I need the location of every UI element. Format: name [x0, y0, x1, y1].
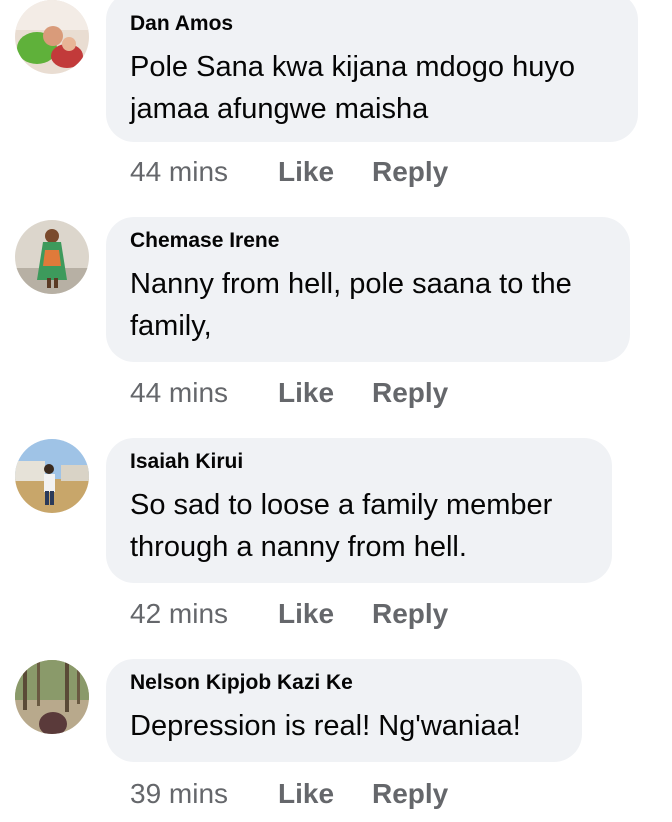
- like-button[interactable]: Like: [278, 377, 372, 409]
- comment-text: Depression is real! Ng'waniaa!: [130, 710, 521, 742]
- reply-button[interactable]: Reply: [372, 778, 448, 810]
- comment-text: Nanny from hell, pole saana to the famil…: [130, 268, 572, 342]
- comment-item: Chemase Irene Nanny from hell, pole saan…: [0, 217, 672, 427]
- like-button[interactable]: Like: [278, 778, 372, 810]
- comment-meta: 44 mins Like Reply: [130, 377, 448, 409]
- avatar[interactable]: [15, 660, 89, 734]
- comment-timestamp[interactable]: 39 mins: [130, 778, 278, 810]
- comment-meta: 39 mins Like Reply: [130, 778, 448, 810]
- comment-bubble: Isaiah Kirui So sad to loose a family me…: [106, 438, 612, 583]
- comment-meta: 44 mins Like Reply: [130, 156, 448, 188]
- reply-button[interactable]: Reply: [372, 377, 448, 409]
- comment-author[interactable]: Nelson Kipjob Kazi Ke: [130, 671, 353, 695]
- comment-item: Nelson Kipjob Kazi Ke Depression is real…: [0, 659, 672, 822]
- comment-item: Dan Amos Pole Sana kwa kijana mdogo huyo…: [0, 0, 672, 210]
- like-button[interactable]: Like: [278, 598, 372, 630]
- comment-bubble: Nelson Kipjob Kazi Ke Depression is real…: [106, 659, 582, 762]
- comment-timestamp[interactable]: 44 mins: [130, 156, 278, 188]
- avatar[interactable]: [15, 220, 89, 294]
- comment-timestamp[interactable]: 44 mins: [130, 377, 278, 409]
- comment-author[interactable]: Isaiah Kirui: [130, 450, 243, 474]
- avatar[interactable]: [15, 439, 89, 513]
- comment-bubble: Chemase Irene Nanny from hell, pole saan…: [106, 217, 630, 362]
- comment-item: Isaiah Kirui So sad to loose a family me…: [0, 438, 672, 648]
- like-button[interactable]: Like: [278, 156, 372, 188]
- comment-text: Pole Sana kwa kijana mdogo huyo jamaa af…: [130, 51, 575, 125]
- comment-timestamp[interactable]: 42 mins: [130, 598, 278, 630]
- comment-author[interactable]: Chemase Irene: [130, 229, 279, 253]
- comment-meta: 42 mins Like Reply: [130, 598, 448, 630]
- comment-bubble: Dan Amos Pole Sana kwa kijana mdogo huyo…: [106, 0, 638, 142]
- comment-author[interactable]: Dan Amos: [130, 12, 233, 36]
- reply-button[interactable]: Reply: [372, 598, 448, 630]
- comment-text: So sad to loose a family member through …: [130, 489, 553, 563]
- avatar[interactable]: [15, 0, 89, 74]
- reply-button[interactable]: Reply: [372, 156, 448, 188]
